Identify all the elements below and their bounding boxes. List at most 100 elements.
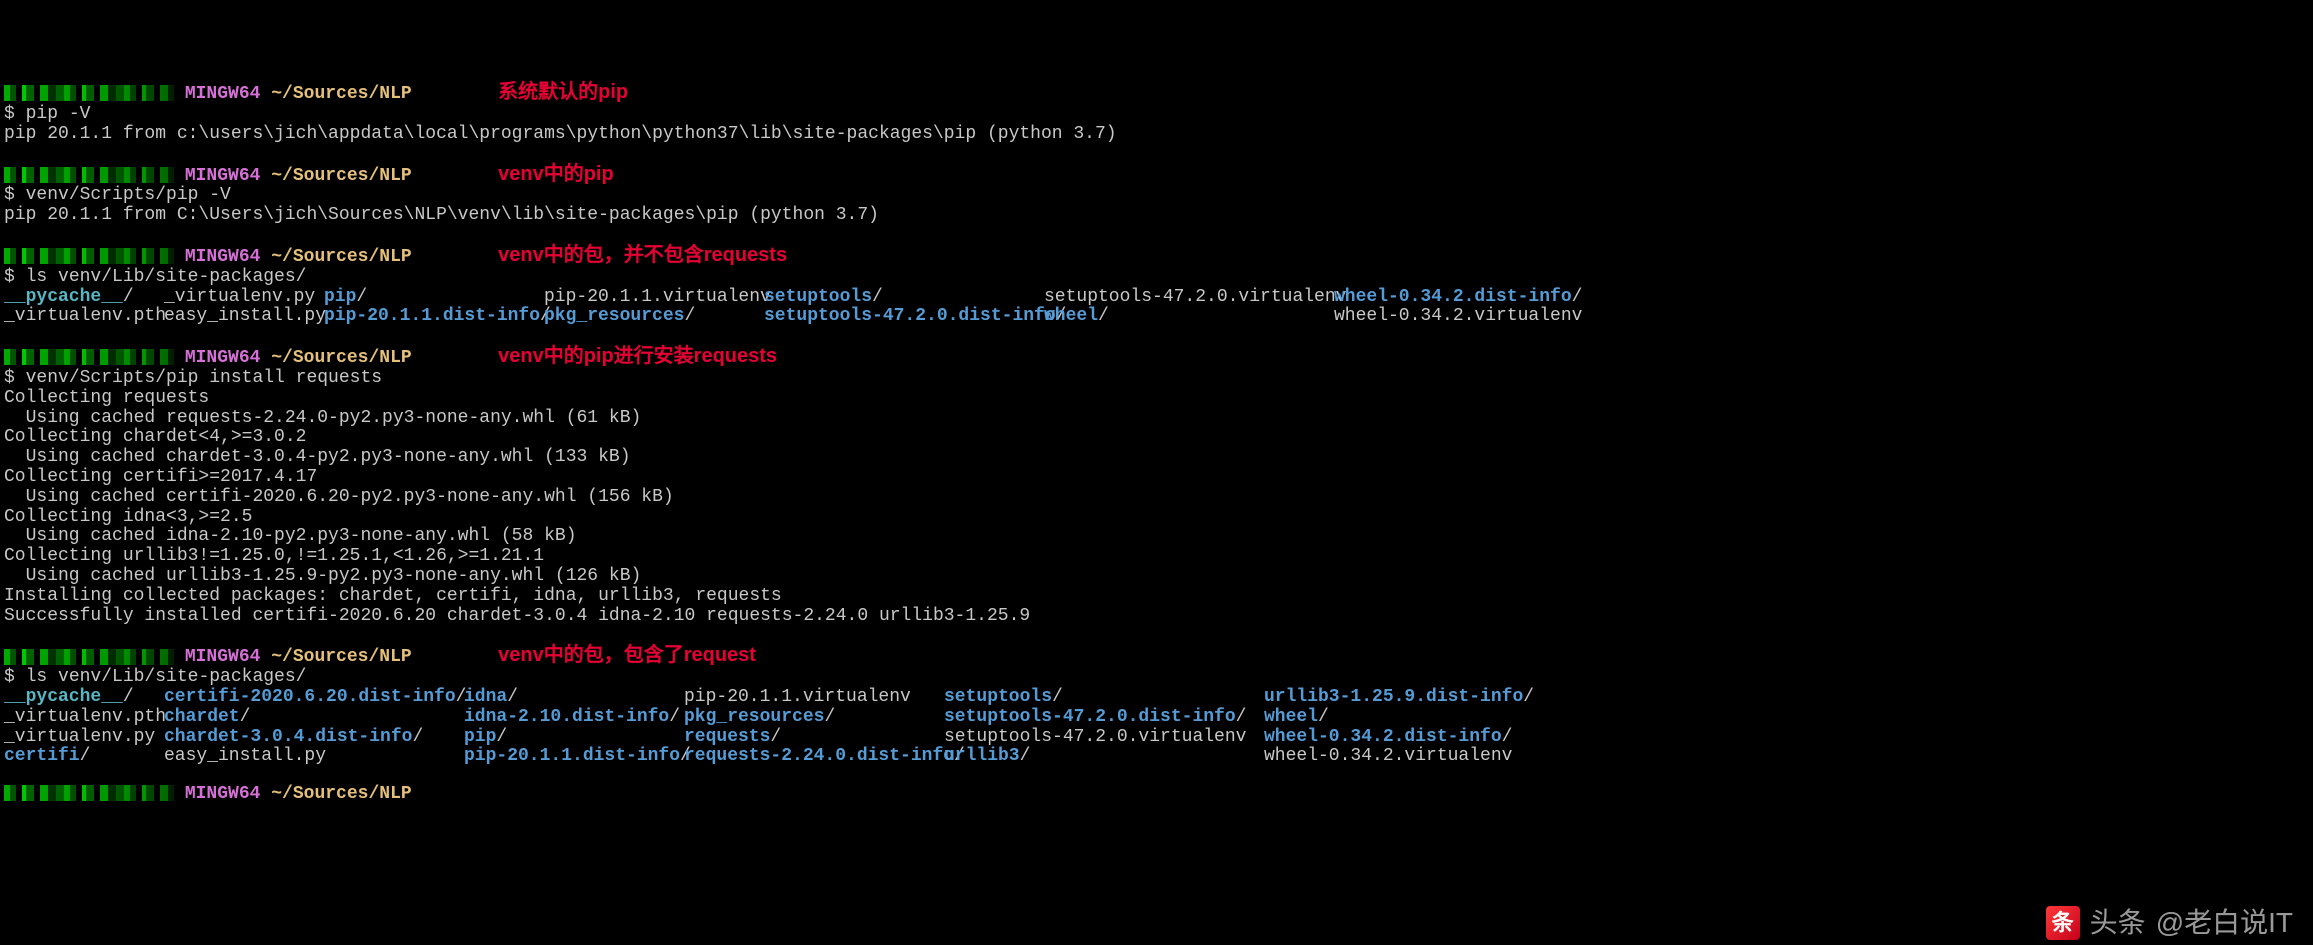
ls-entry: wheel-0.34.2.virtualenv bbox=[1334, 307, 1594, 327]
ls-entry: pip/ bbox=[324, 288, 544, 308]
annotation: venv中的pip进行安装requests bbox=[498, 345, 777, 367]
prompt-line: MINGW64 ~/Sources/NLP 系统默认的pip bbox=[4, 81, 2309, 105]
ls-name: wheel-0.34.2.dist-info bbox=[1334, 287, 1572, 307]
ls-name: pip-20.1.1.virtualenv bbox=[544, 287, 771, 307]
command-text: venv/Scripts/pip install requests bbox=[26, 368, 382, 388]
ls-name: setuptools-47.2.0.virtualenv bbox=[1044, 287, 1346, 307]
ls-name: urllib3-1.25.9.dist-info bbox=[1264, 687, 1523, 707]
ls-slash: / bbox=[123, 687, 134, 707]
ls-name: pip bbox=[464, 727, 496, 747]
blank-line bbox=[4, 226, 2309, 244]
blank-line bbox=[4, 767, 2309, 785]
ls-slash: / bbox=[356, 287, 367, 307]
ls-entry: setuptools-47.2.0.dist-info/ bbox=[764, 307, 1044, 327]
prompt-path: ~/Sources/NLP bbox=[271, 348, 411, 368]
ls-entry: wheel-0.34.2.dist-info/ bbox=[1334, 288, 1594, 308]
ls-name: setuptools bbox=[764, 287, 872, 307]
ls-name: pkg_resources bbox=[544, 306, 684, 326]
ls-slash: / bbox=[496, 727, 507, 747]
output-line: Installing collected packages: chardet, … bbox=[4, 587, 2309, 607]
ls-entry: requests-2.24.0.dist-info/ bbox=[684, 747, 944, 767]
ls-slash: / bbox=[1523, 687, 1534, 707]
blank-line bbox=[4, 145, 2309, 163]
prompt-line: MINGW64 ~/Sources/NLP venv中的pip bbox=[4, 163, 2309, 187]
ls-slash: / bbox=[240, 707, 251, 727]
ls-name: __pycache__ bbox=[4, 287, 123, 307]
ls-slash: / bbox=[1572, 287, 1583, 307]
ls-entry: certifi-2020.6.20.dist-info/ bbox=[164, 688, 464, 708]
output-line: Collecting chardet<4,>=3.0.2 bbox=[4, 428, 2309, 448]
command-line[interactable]: $ venv/Scripts/pip install requests bbox=[4, 369, 2309, 389]
ls-entry: pip-20.1.1.dist-info/ bbox=[324, 307, 544, 327]
shell-label: MINGW64 bbox=[185, 647, 261, 667]
command-line[interactable]: $ pip -V bbox=[4, 105, 2309, 125]
hostname-redacted bbox=[4, 248, 174, 264]
ls-entry: __pycache__/ bbox=[4, 688, 164, 708]
ls-entry: requests/ bbox=[684, 728, 944, 748]
ls-slash: / bbox=[1052, 687, 1063, 707]
ls-entry: wheel-0.34.2.virtualenv bbox=[1264, 747, 1564, 767]
command-line[interactable]: $ ls venv/Lib/site-packages/ bbox=[4, 268, 2309, 288]
ls-name: certifi-2020.6.20.dist-info bbox=[164, 687, 456, 707]
ls-name: pip bbox=[324, 287, 356, 307]
command-line[interactable]: $ ls venv/Lib/site-packages/ bbox=[4, 668, 2309, 688]
ls-listing: __pycache__/certifi-2020.6.20.dist-info/… bbox=[4, 688, 2309, 767]
ls-name: certifi bbox=[4, 746, 80, 766]
ls-name: wheel bbox=[1264, 707, 1318, 727]
shell-label: MINGW64 bbox=[185, 784, 261, 804]
ls-slash: / bbox=[507, 687, 518, 707]
ls-name: idna-2.10.dist-info bbox=[464, 707, 669, 727]
ls-slash: / bbox=[770, 727, 781, 747]
ls-entry: idna/ bbox=[464, 688, 684, 708]
ls-name: pip-20.1.1.virtualenv bbox=[684, 687, 911, 707]
ls-name: _virtualenv.pth bbox=[4, 306, 166, 326]
ls-entry: setuptools/ bbox=[944, 688, 1264, 708]
ls-entry: urllib3-1.25.9.dist-info/ bbox=[1264, 688, 1564, 708]
ls-entry: chardet-3.0.4.dist-info/ bbox=[164, 728, 464, 748]
ls-entry: __pycache__/ bbox=[4, 288, 164, 308]
ls-entry: urllib3/ bbox=[944, 747, 1264, 767]
ls-name: setuptools bbox=[944, 687, 1052, 707]
prompt-line: MINGW64 ~/Sources/NLP venv中的包，并不包含reques… bbox=[4, 244, 2309, 268]
prompt-path: ~/Sources/NLP bbox=[271, 84, 411, 104]
ls-name: setuptools-47.2.0.dist-info bbox=[764, 306, 1056, 326]
ls-name: wheel bbox=[1044, 306, 1098, 326]
output-line: Successfully installed certifi-2020.6.20… bbox=[4, 607, 2309, 627]
ls-slash: / bbox=[1236, 707, 1247, 727]
ls-slash: / bbox=[669, 707, 680, 727]
ls-name: pip-20.1.1.dist-info bbox=[464, 746, 680, 766]
output-line: pip 20.1.1 from C:\Users\jich\Sources\NL… bbox=[4, 206, 2309, 226]
ls-entry: wheel-0.34.2.dist-info/ bbox=[1264, 728, 1564, 748]
shell-label: MINGW64 bbox=[185, 84, 261, 104]
command-text: ls venv/Lib/site-packages/ bbox=[26, 267, 307, 287]
shell-label: MINGW64 bbox=[185, 166, 261, 186]
ls-slash: / bbox=[412, 727, 423, 747]
ls-name: wheel-0.34.2.virtualenv bbox=[1264, 746, 1512, 766]
ls-entry: wheel/ bbox=[1044, 307, 1334, 327]
ls-name: chardet bbox=[164, 707, 240, 727]
ls-entry: setuptools-47.2.0.virtualenv bbox=[944, 728, 1264, 748]
ls-entry: easy_install.py bbox=[164, 747, 464, 767]
ls-entry: pip/ bbox=[464, 728, 684, 748]
ls-name: pkg_resources bbox=[684, 707, 824, 727]
command-text: ls venv/Lib/site-packages/ bbox=[26, 667, 307, 687]
watermark: 条 头条 @老白说IT bbox=[2046, 906, 2293, 940]
hostname-redacted bbox=[4, 649, 174, 665]
command-line[interactable]: $ venv/Scripts/pip -V bbox=[4, 186, 2309, 206]
output-line: Collecting urllib3!=1.25.0,!=1.25.1,<1.2… bbox=[4, 547, 2309, 567]
annotation: 系统默认的pip bbox=[498, 81, 628, 103]
ls-entry: setuptools-47.2.0.dist-info/ bbox=[944, 708, 1264, 728]
hostname-redacted bbox=[4, 349, 174, 365]
hostname-redacted bbox=[4, 167, 174, 183]
ls-name: setuptools-47.2.0.dist-info bbox=[944, 707, 1236, 727]
output-line: pip 20.1.1 from c:\users\jich\appdata\lo… bbox=[4, 125, 2309, 145]
blank-line bbox=[4, 327, 2309, 345]
prompt-line: MINGW64 ~/Sources/NLP venv中的包，包含了request bbox=[4, 644, 2309, 668]
ls-entry: idna-2.10.dist-info/ bbox=[464, 708, 684, 728]
terminal-output: MINGW64 ~/Sources/NLP 系统默认的pip$ pip -Vpi… bbox=[4, 81, 2309, 805]
annotation: venv中的pip bbox=[498, 163, 614, 185]
ls-entry: pkg_resources/ bbox=[684, 708, 944, 728]
ls-slash: / bbox=[684, 306, 695, 326]
ls-name: easy_install.py bbox=[164, 306, 326, 326]
output-line: Using cached certifi-2020.6.20-py2.py3-n… bbox=[4, 488, 2309, 508]
